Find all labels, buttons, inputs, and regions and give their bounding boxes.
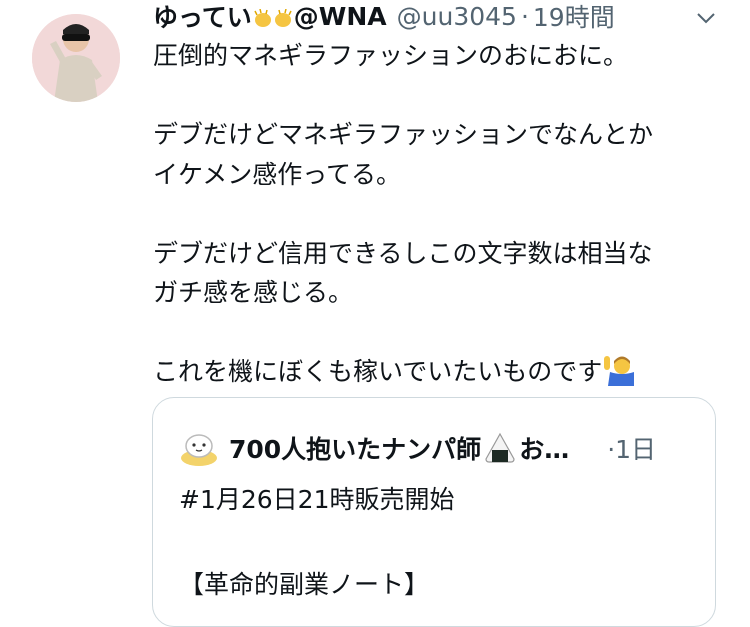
quoted-author-name[interactable]: 700人抱いたナンパ師 (229, 430, 481, 466)
tweet-line-last: これを機にぼくも稼いでいたいものです (153, 352, 723, 392)
tweet-line: デブだけどマネギラファッションでなんとか (153, 120, 654, 149)
author-handle[interactable]: @uu3045 (397, 2, 517, 31)
tweet-header: ゆってい @WNA @uu3045 · 19時間 (153, 0, 718, 34)
quoted-tweet-time[interactable]: ·1日 (607, 430, 656, 466)
tweet-time[interactable]: 19時間 (533, 0, 615, 34)
waving-hands-emoji (254, 6, 292, 27)
author-name[interactable]: ゆってい (153, 0, 252, 34)
person-raising-hand-emoji (602, 352, 636, 386)
quoted-author-avatar[interactable] (179, 428, 219, 468)
quoted-line: 【革命的副業ノート】 (179, 570, 430, 599)
rice-ball-emoji (483, 431, 517, 465)
tweet-line: デブだけど信用できるしこの文字数は相当な (153, 238, 653, 268)
quoted-time-value: 1日 (615, 435, 657, 464)
tweet-line: ガチ感を感じる。 (153, 278, 354, 307)
tweet-text: 圧倒的マネギラファッションのおにおに。 デブだけどマネギラファッションでなんとか… (153, 36, 723, 392)
separator: · (520, 1, 529, 31)
separator: · (607, 435, 616, 464)
author-avatar[interactable] (32, 14, 120, 102)
tweet-line: 圧倒的マネギラファッションのおにおに。 (153, 41, 629, 70)
chevron-down-icon[interactable] (694, 6, 718, 30)
quoted-tweet-text: #1月26日21時販売開始 【革命的副業ノート】 (179, 480, 454, 605)
quoted-author-name-tail[interactable]: お… (519, 430, 569, 466)
quoted-tweet-card[interactable]: 700人抱いたナンパ師 お… ·1日 #1月26日21時販売開始 【革命的副業ノ… (152, 397, 716, 627)
tweet-line: これを機にぼくも稼いでいたいものです (153, 357, 603, 386)
tweet-line: イケメン感作ってる。 (153, 159, 402, 189)
author-name-suffix[interactable]: @WNA (294, 2, 387, 31)
quoted-tweet-header: 700人抱いたナンパ師 お… ·1日 (179, 428, 656, 468)
quoted-line: #1月26日21時販売開始 (179, 485, 455, 514)
